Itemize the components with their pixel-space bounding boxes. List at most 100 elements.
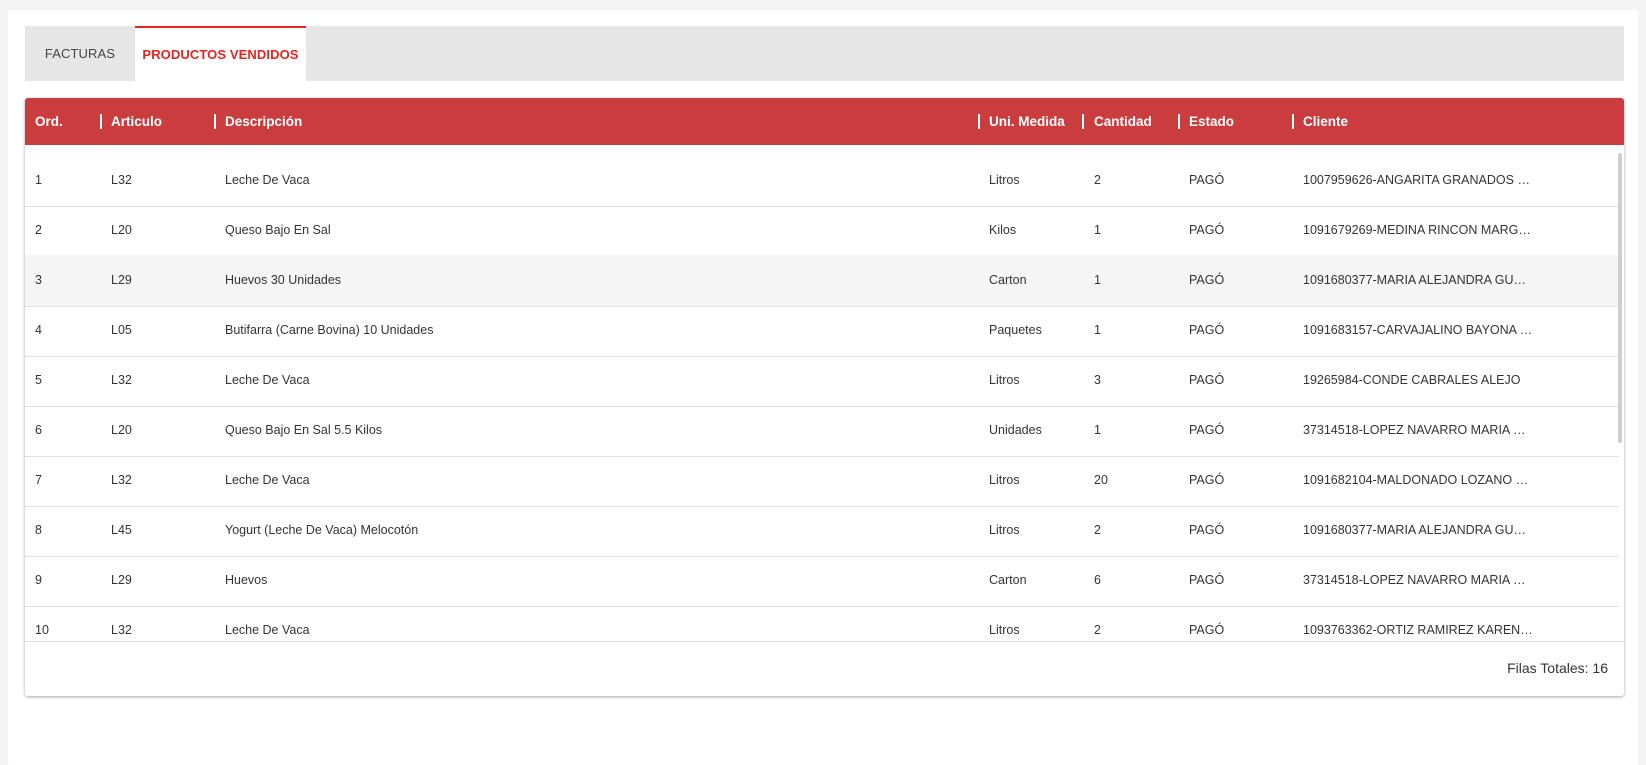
products-table: Ord. Articulo Descripción Uni. Medida Cantid… [25, 98, 1624, 696]
cell-uni-medida: Paquetes [989, 323, 1042, 337]
cell-cliente: 1093763362-ORTIZ RAMIREZ KAREN D... [1303, 623, 1533, 637]
cell-estado: PAGÓ [1189, 523, 1225, 537]
vertical-scrollbar[interactable] [1618, 153, 1622, 443]
cell-estado: PAGÓ [1189, 573, 1225, 587]
cell-articulo: L29 [111, 273, 132, 287]
column-resize-handle[interactable] [214, 114, 216, 129]
cell-descripcion: Leche De Vaca [225, 173, 310, 187]
cell-descripcion: Leche De Vaca [225, 623, 310, 637]
cell-uni-medida: Litros [989, 373, 1020, 387]
column-header-uni-medida[interactable]: Uni. Medida [989, 98, 1065, 145]
cell-ord: 7 [35, 473, 42, 487]
cell-descripcion: Leche De Vaca [225, 373, 310, 387]
cell-uni-medida: Litros [989, 523, 1020, 537]
cell-uni-medida: Kilos [989, 223, 1017, 237]
cell-articulo: L32 [111, 373, 132, 387]
cell-uni-medida: Litros [989, 173, 1020, 187]
cell-cantidad: 1 [1094, 273, 1101, 287]
cell-estado: PAGÓ [1189, 473, 1225, 487]
table-row[interactable]: 6 L20 Queso Bajo En Sal 5.5 Kilos Unidades 1… [25, 405, 1619, 457]
cell-cantidad: 1 [1094, 223, 1101, 237]
cell-ord: 3 [35, 273, 42, 287]
column-header-cliente[interactable]: Cliente [1303, 98, 1348, 145]
column-header-descripcion[interactable]: Descripción [225, 98, 302, 145]
cell-articulo: L45 [111, 523, 132, 537]
cell-cliente: 37314518-LOPEZ NAVARRO MARIA DE... [1303, 423, 1533, 437]
table-row[interactable]: 8 L45 Yogurt (Leche De Vaca) Melocotón Litr… [25, 505, 1619, 557]
table-row[interactable]: 5 L32 Leche De Vaca Litros 3 PAGÓ 19265984-CON… [25, 355, 1619, 407]
cell-articulo: L32 [111, 623, 132, 637]
cell-descripcion: Queso Bajo En Sal [225, 223, 331, 237]
cell-descripcion: Butifarra (Carne Bovina) 10 Unidades [225, 323, 434, 337]
cell-cliente: 1007959626-ANGARITA GRANADOS HE... [1303, 173, 1533, 187]
cell-descripcion: Yogurt (Leche De Vaca) Melocotón [225, 523, 419, 537]
column-header-ord[interactable]: Ord. [35, 98, 63, 145]
cell-ord: 9 [35, 573, 42, 587]
cell-cantidad: 2 [1094, 623, 1101, 637]
cell-cantidad: 2 [1094, 173, 1101, 187]
cell-descripcion: Leche De Vaca [225, 473, 310, 487]
table-body[interactable]: 1 L32 Leche De Vaca Litros 2 PAGÓ 1007959626-A… [25, 145, 1619, 641]
table-row[interactable]: 1 L32 Leche De Vaca Litros 2 PAGÓ 1007959626-A… [25, 155, 1619, 207]
cell-ord: 1 [35, 173, 42, 187]
cell-articulo: L20 [111, 223, 132, 237]
cell-cliente: 1091682104-MALDONADO LOZANO HU... [1303, 473, 1533, 487]
cell-ord: 8 [35, 523, 42, 537]
column-resize-handle[interactable] [978, 114, 980, 129]
table-row[interactable]: 4 L05 Butifarra (Carne Bovina) 10 Unidades… [25, 305, 1619, 357]
column-resize-handle[interactable] [1178, 114, 1180, 129]
cell-estado: PAGÓ [1189, 273, 1225, 287]
tab-facturas[interactable]: FACTURAS [25, 26, 135, 81]
cell-ord: 4 [35, 323, 42, 337]
column-resize-handle[interactable] [1082, 114, 1084, 129]
cell-cantidad: 2 [1094, 523, 1101, 537]
tab-bar: FACTURAS PRODUCTOS VENDIDOS [25, 26, 1624, 81]
cell-cantidad: 1 [1094, 323, 1101, 337]
table-footer: Filas Totales: 16 [25, 641, 1624, 696]
cell-cliente: 19265984-CONDE CABRALES ALEJO [1303, 373, 1521, 387]
tab-productos-vendidos[interactable]: PRODUCTOS VENDIDOS [135, 26, 306, 81]
column-header-estado[interactable]: Estado [1189, 98, 1234, 145]
table-header: Ord. Articulo Descripción Uni. Medida Cantid… [25, 98, 1624, 145]
cell-cliente: 1091680377-MARIA ALEJANDRA GUER... [1303, 523, 1533, 537]
column-resize-handle[interactable] [100, 114, 102, 129]
column-header-cantidad[interactable]: Cantidad [1094, 98, 1152, 145]
cell-uni-medida: Carton [989, 573, 1027, 587]
cell-ord: 5 [35, 373, 42, 387]
cell-articulo: L32 [111, 173, 132, 187]
cell-uni-medida: Litros [989, 473, 1020, 487]
cell-estado: PAGÓ [1189, 423, 1225, 437]
cell-articulo: L29 [111, 573, 132, 587]
cell-cantidad: 1 [1094, 423, 1101, 437]
cell-ord: 6 [35, 423, 42, 437]
cell-cantidad: 6 [1094, 573, 1101, 587]
cell-cantidad: 3 [1094, 373, 1101, 387]
cell-articulo: L20 [111, 423, 132, 437]
cell-estado: PAGÓ [1189, 373, 1225, 387]
table-row[interactable]: 3 L29 Huevos 30 Unidades Carton 1 PAGÓ 1091680… [25, 255, 1619, 307]
table-row[interactable]: 10 L32 Leche De Vaca Litros 2 PAGÓ 1093763362-… [25, 605, 1619, 641]
cell-ord: 10 [35, 623, 49, 637]
cell-estado: PAGÓ [1189, 323, 1225, 337]
cell-cliente: 1091683157-CARVAJALINO BAYONA V... [1303, 323, 1533, 337]
column-resize-handle[interactable] [1292, 114, 1294, 129]
cell-estado: PAGÓ [1189, 223, 1225, 237]
total-rows-label: Filas Totales: 16 [1507, 660, 1608, 676]
cell-uni-medida: Carton [989, 273, 1027, 287]
cell-cliente: 1091680377-MARIA ALEJANDRA GUER... [1303, 273, 1533, 287]
cell-articulo: L05 [111, 323, 132, 337]
column-header-articulo[interactable]: Articulo [111, 98, 162, 145]
table-row[interactable]: 7 L32 Leche De Vaca Litros 20 PAGÓ 1091682104-… [25, 455, 1619, 507]
cell-descripcion: Huevos [225, 573, 268, 587]
cell-estado: PAGÓ [1189, 623, 1225, 637]
table-row[interactable]: 2 L20 Queso Bajo En Sal Kilos 1 PAGÓ 109167926… [25, 205, 1619, 257]
cell-cantidad: 20 [1094, 473, 1108, 487]
cell-descripcion: Huevos 30 Unidades [225, 273, 342, 287]
cell-cliente: 1091679269-MEDINA RINCON MARGY ... [1303, 223, 1533, 237]
cell-uni-medida: Unidades [989, 423, 1042, 437]
cell-descripcion: Queso Bajo En Sal 5.5 Kilos [225, 423, 383, 437]
cell-uni-medida: Litros [989, 623, 1020, 637]
cell-articulo: L32 [111, 473, 132, 487]
table-row[interactable]: 9 L29 Huevos Carton 6 PAGÓ 37314518-LOPEZ NAVA… [25, 555, 1619, 607]
cell-ord: 2 [35, 223, 42, 237]
